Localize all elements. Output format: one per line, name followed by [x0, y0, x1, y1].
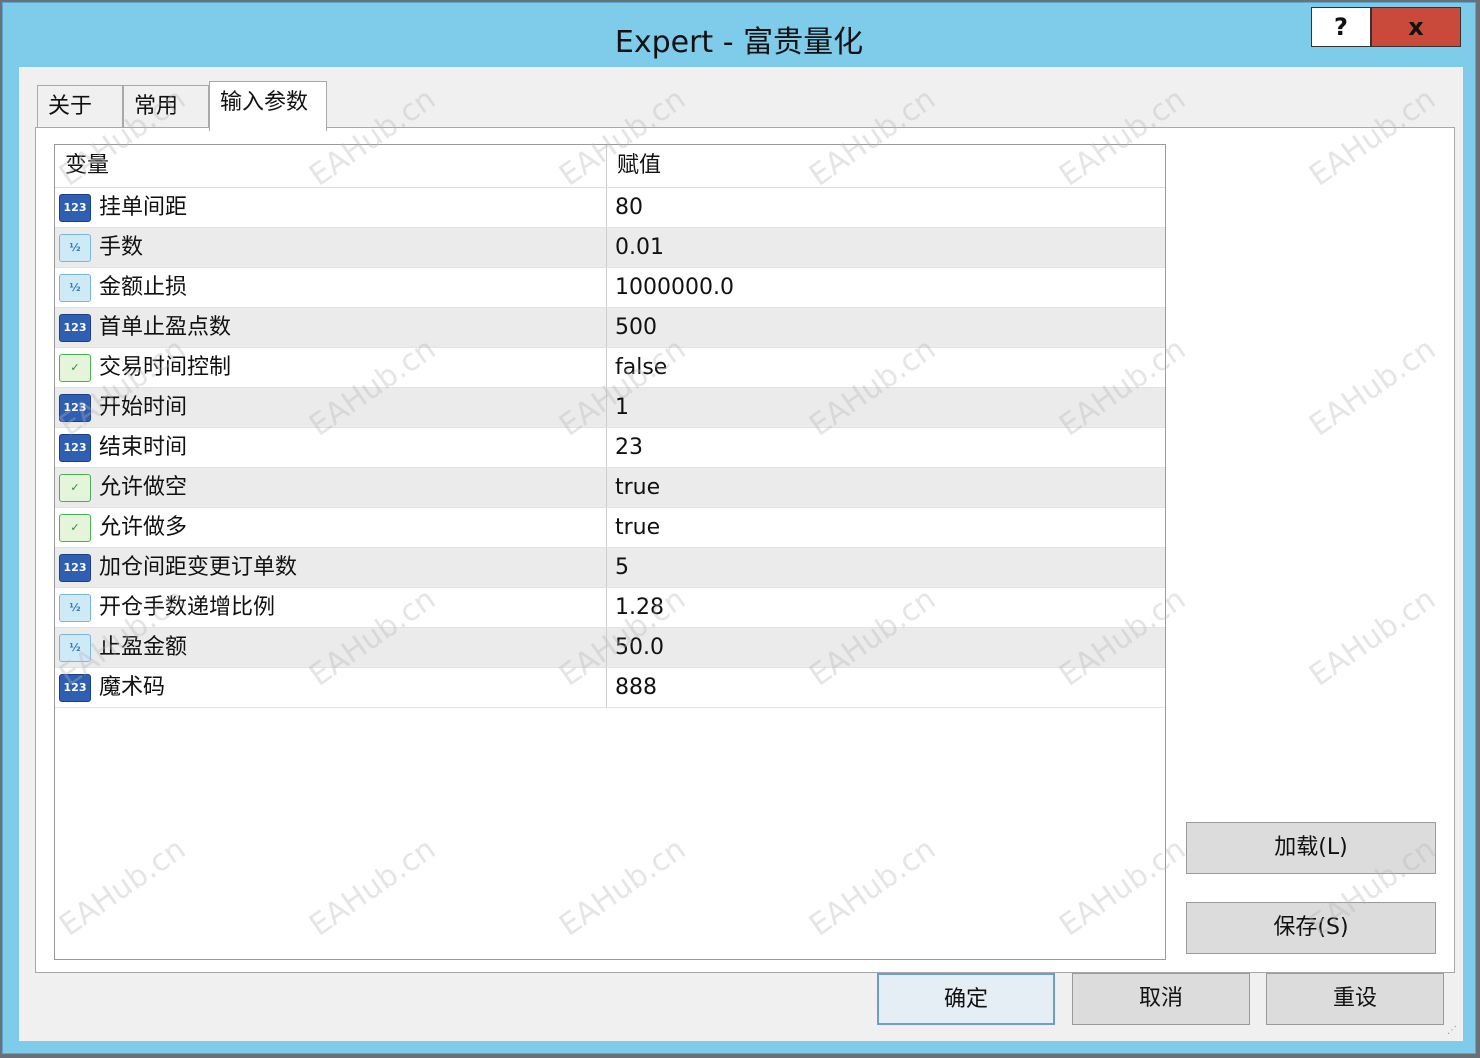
- variable-cell: ½ 手数: [55, 228, 607, 267]
- variable-name: 开始时间: [99, 394, 188, 420]
- table-row[interactable]: ✓ 允许做空 true: [55, 468, 1165, 508]
- double-icon: ½: [59, 273, 91, 302]
- variable-cell: ✓ 交易时间控制: [55, 348, 607, 387]
- variable-name: 开仓手数递增比例: [99, 594, 276, 620]
- table-row[interactable]: ✓ 交易时间控制 false: [55, 348, 1165, 388]
- load-button[interactable]: 加载(L): [1186, 822, 1436, 874]
- header-value: 赋值: [617, 153, 662, 178]
- variable-cell: 123 挂单间距: [55, 188, 607, 227]
- variable-cell: 123 魔术码: [55, 668, 607, 707]
- value-cell[interactable]: 1.28: [607, 588, 1165, 627]
- value-cell[interactable]: true: [607, 508, 1165, 547]
- table-row[interactable]: ½ 手数 0.01: [55, 228, 1165, 268]
- expert-dialog: Expert - 富贵量化 ? x 关于 常用 输入参数 变量 赋值 123 挂单…: [2, 2, 1476, 1054]
- dialog-client-area: 关于 常用 输入参数 变量 赋值 123 挂单间距 80 ½ 手数 0.01 ½ 金额止损 10…: [19, 67, 1463, 1041]
- value-cell[interactable]: 500: [607, 308, 1165, 347]
- variable-cell: 123 加仓间距变更订单数: [55, 548, 607, 587]
- table-row[interactable]: 123 魔术码 888: [55, 668, 1165, 708]
- ok-button[interactable]: 确定: [877, 973, 1055, 1025]
- int-icon: 123: [59, 393, 91, 422]
- variable-cell: 123 首单止盈点数: [55, 308, 607, 347]
- table-row[interactable]: 123 首单止盈点数 500: [55, 308, 1165, 348]
- double-icon: ½: [59, 593, 91, 622]
- tab-about[interactable]: 关于: [37, 85, 123, 127]
- variable-name: 手数: [99, 234, 144, 260]
- value-cell[interactable]: false: [607, 348, 1165, 387]
- int-icon: 123: [59, 193, 91, 222]
- int-icon: 123: [59, 673, 91, 702]
- variable-cell: ½ 止盈金额: [55, 628, 607, 667]
- variable-cell: 123 开始时间: [55, 388, 607, 427]
- value-cell[interactable]: 23: [607, 428, 1165, 467]
- variable-name: 首单止盈点数: [99, 314, 232, 340]
- table-row[interactable]: 123 加仓间距变更订单数 5: [55, 548, 1165, 588]
- variable-name: 结束时间: [99, 434, 188, 460]
- bool-icon: ✓: [59, 513, 91, 542]
- variable-cell: ✓ 允许做多: [55, 508, 607, 547]
- close-button[interactable]: x: [1371, 7, 1461, 47]
- variable-name: 允许做多: [99, 514, 188, 540]
- inputs-panel: 变量 赋值 123 挂单间距 80 ½ 手数 0.01 ½ 金额止损 1000000.0 123 首…: [35, 127, 1455, 973]
- int-icon: 123: [59, 313, 91, 342]
- value-cell[interactable]: 1000000.0: [607, 268, 1165, 307]
- variable-name: 金额止损: [99, 274, 188, 300]
- parameters-table[interactable]: 变量 赋值 123 挂单间距 80 ½ 手数 0.01 ½ 金额止损 1000000.0 123 首…: [54, 144, 1166, 960]
- reset-button[interactable]: 重设: [1266, 973, 1444, 1025]
- tab-common[interactable]: 常用: [123, 85, 209, 127]
- help-button[interactable]: ?: [1311, 7, 1371, 47]
- bool-icon: ✓: [59, 353, 91, 382]
- variable-cell: 123 结束时间: [55, 428, 607, 467]
- variable-cell: ✓ 允许做空: [55, 468, 607, 507]
- variable-name: 止盈金额: [99, 634, 188, 660]
- variable-name: 魔术码: [99, 674, 166, 700]
- double-icon: ½: [59, 633, 91, 662]
- int-icon: 123: [59, 553, 91, 582]
- table-row[interactable]: 123 挂单间距 80: [55, 188, 1165, 228]
- double-icon: ½: [59, 233, 91, 262]
- bool-icon: ✓: [59, 473, 91, 502]
- table-row[interactable]: ½ 金额止损 1000000.0: [55, 268, 1165, 308]
- value-cell[interactable]: 50.0: [607, 628, 1165, 667]
- variable-name: 加仓间距变更订单数: [99, 554, 298, 580]
- value-cell[interactable]: 1: [607, 388, 1165, 427]
- table-row[interactable]: 123 结束时间 23: [55, 428, 1165, 468]
- header-variable: 变量: [55, 145, 607, 187]
- table-row[interactable]: ✓ 允许做多 true: [55, 508, 1165, 548]
- variable-name: 交易时间控制: [99, 354, 232, 380]
- save-button[interactable]: 保存(S): [1186, 902, 1436, 954]
- title-bar[interactable]: Expert - 富贵量化 ? x: [3, 3, 1475, 67]
- value-cell[interactable]: 5: [607, 548, 1165, 587]
- int-icon: 123: [59, 433, 91, 462]
- value-cell[interactable]: 0.01: [607, 228, 1165, 267]
- window-title: Expert - 富贵量化: [614, 25, 864, 60]
- tab-inputs[interactable]: 输入参数: [209, 81, 327, 131]
- table-header: 变量 赋值: [55, 145, 1165, 188]
- table-body: 123 挂单间距 80 ½ 手数 0.01 ½ 金额止损 1000000.0 123 首单止盈点数 5…: [55, 188, 1165, 708]
- variable-name: 挂单间距: [99, 194, 188, 220]
- variable-cell: ½ 金额止损: [55, 268, 607, 307]
- value-cell[interactable]: true: [607, 468, 1165, 507]
- resize-grip-icon[interactable]: ⋰: [1447, 1025, 1459, 1037]
- cancel-button[interactable]: 取消: [1072, 973, 1250, 1025]
- variable-cell: ½ 开仓手数递增比例: [55, 588, 607, 627]
- table-row[interactable]: 123 开始时间 1: [55, 388, 1165, 428]
- value-cell[interactable]: 80: [607, 188, 1165, 227]
- table-row[interactable]: ½ 开仓手数递增比例 1.28: [55, 588, 1165, 628]
- table-row[interactable]: ½ 止盈金额 50.0: [55, 628, 1165, 668]
- variable-name: 允许做空: [99, 474, 188, 500]
- value-cell[interactable]: 888: [607, 668, 1165, 707]
